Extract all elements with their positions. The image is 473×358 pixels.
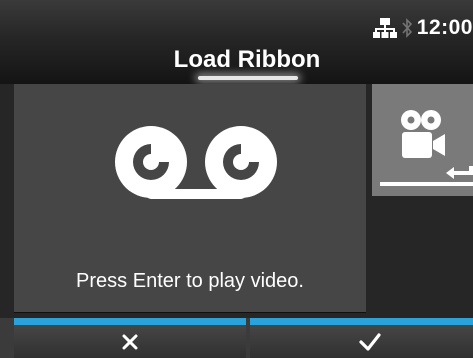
video-camera-icon <box>401 110 445 158</box>
header: 12:00 Load Ribbon <box>0 0 473 84</box>
check-icon <box>359 333 381 351</box>
cancel-button[interactable] <box>14 318 246 358</box>
enter-arrow-icon <box>446 166 473 179</box>
load-ribbon-screen: 12:00 Load Ribbon Press Enter to play vi… <box>0 0 473 358</box>
cancel-accent-bar <box>14 318 246 325</box>
footer-soft-keys <box>0 318 473 358</box>
side-tab-underline <box>380 182 473 186</box>
play-video-panel[interactable]: Press Enter to play video. <box>14 84 366 312</box>
bluetooth-icon <box>402 18 412 38</box>
video-tab[interactable] <box>372 84 473 196</box>
title-highlight <box>198 76 298 80</box>
content-area: Press Enter to play video. <box>0 84 473 318</box>
page-title: Load Ribbon <box>173 46 321 73</box>
close-icon <box>122 334 138 350</box>
status-bar: 12:00 <box>372 14 473 42</box>
confirm-button[interactable] <box>250 318 473 358</box>
clock: 12:00 <box>416 16 473 39</box>
play-video-prompt: Press Enter to play video. <box>76 270 304 292</box>
confirm-accent-bar <box>250 318 473 325</box>
network-icon <box>372 18 397 38</box>
ribbon-icon <box>115 126 277 199</box>
